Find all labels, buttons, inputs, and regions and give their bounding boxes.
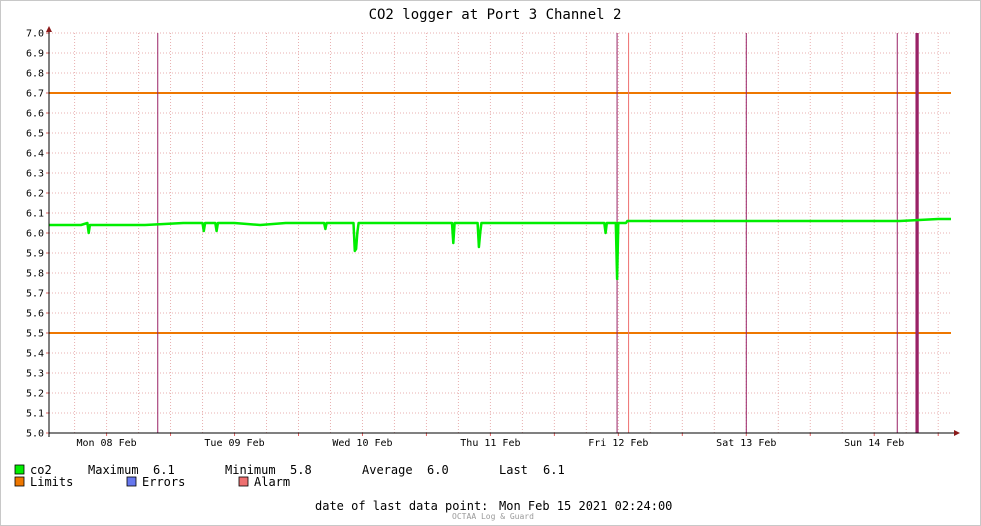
x-tick-label: Tue 09 Feb <box>204 438 264 449</box>
y-tick-label: 6.7 <box>26 89 44 100</box>
legend-average-value: 6.0 <box>427 463 449 477</box>
y-tick-label: 6.8 <box>26 69 44 80</box>
y-tick-label: 6.0 <box>26 229 44 240</box>
y-tick-label: 5.7 <box>26 289 44 300</box>
x-tick-label: Wed 10 Feb <box>332 438 392 449</box>
chart-canvas: CO2 logger at Port 3 Channel 2 7.0 6.9 6.8… <box>0 0 981 526</box>
legend-errors: Errors <box>142 475 185 489</box>
y-tick-label: 5.5 <box>26 329 44 340</box>
y-tick-label: 5.0 <box>26 429 44 440</box>
legend-swatch-limits <box>14 476 25 487</box>
x-tick-label: Fri 12 Feb <box>588 438 648 449</box>
y-tick-label: 6.6 <box>26 109 44 120</box>
chart-svg: CO2 logger at Port 3 Channel 2 7.0 6.9 6.8… <box>0 0 981 526</box>
y-tick-label: 6.2 <box>26 189 44 200</box>
y-tick-labels: 7.0 6.9 6.8 6.7 6.6 6.5 6.4 6.3 6.2 6.1 6.0 5.9 5.8 5… <box>26 29 44 440</box>
y-tick-label: 7.0 <box>26 29 44 40</box>
chart-title: CO2 logger at Port 3 Channel 2 <box>369 7 622 23</box>
legend-maximum-label: Maximum <box>88 463 139 477</box>
x-tick-label: Mon 08 Feb <box>76 438 136 449</box>
y-tick-label: 6.4 <box>26 149 44 160</box>
legend-swatch-errors <box>126 476 137 487</box>
last-point-value: Mon Feb 15 2021 02:24:00 <box>499 499 672 513</box>
legend-minimum-value: 5.8 <box>290 463 312 477</box>
last-point-label: date of last data point: <box>315 499 488 513</box>
brand-text: OCTAA Log & Guard <box>452 512 534 521</box>
legend-last-value: 6.1 <box>543 463 565 477</box>
y-tick-label: 5.8 <box>26 269 44 280</box>
y-tick-label: 5.6 <box>26 309 44 320</box>
legend-swatch-alarm <box>238 476 249 487</box>
y-tick-label: 6.9 <box>26 49 44 60</box>
legend-average-label: Average <box>362 463 413 477</box>
y-tick-label: 5.4 <box>26 349 44 360</box>
y-tick-label: 5.1 <box>26 409 44 420</box>
y-tick-label: 5.9 <box>26 249 44 260</box>
legend-limits: Limits <box>30 475 73 489</box>
legend-alarm: Alarm <box>254 475 290 489</box>
y-tick-label: 5.3 <box>26 369 44 380</box>
legend-swatch-co2 <box>14 464 25 475</box>
y-tick-label: 5.2 <box>26 389 44 400</box>
x-tick-label: Sun 14 Feb <box>844 438 904 449</box>
y-tick-label: 6.1 <box>26 209 44 220</box>
x-tick-label: Thu 11 Feb <box>460 438 520 449</box>
x-tick-label: Sat 13 Feb <box>716 438 776 449</box>
legend-last-label: Last <box>499 463 528 477</box>
y-tick-label: 6.3 <box>26 169 44 180</box>
y-tick-label: 6.5 <box>26 129 44 140</box>
